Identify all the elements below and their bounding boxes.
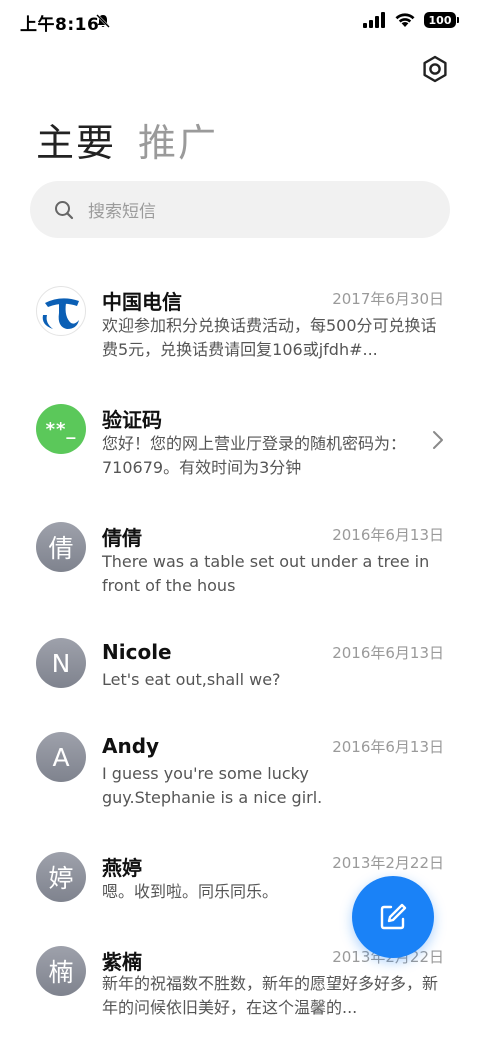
- contact-name: Nicole: [102, 640, 172, 664]
- avatar: 婷: [36, 852, 86, 902]
- avatar: 倩: [36, 522, 86, 572]
- gear-icon[interactable]: [420, 54, 450, 84]
- message-item-nicole[interactable]: N Nicole 2016年6月13日 Let's eat out,shall …: [0, 636, 480, 696]
- avatar-text: 婷: [48, 864, 74, 893]
- contact-name: 燕婷: [102, 856, 142, 880]
- status-bar: 上午8:16 100: [0, 0, 480, 44]
- contact-name: 验证码: [102, 408, 162, 432]
- message-preview: Let's eat out,shall we?: [102, 670, 281, 689]
- message-preview: 您好！您的网上营业厅登录的随机密码为：710679。有效时间为3分钟: [102, 434, 407, 477]
- contact-name: Andy: [102, 734, 160, 758]
- wifi-icon: [395, 13, 415, 27]
- message-date: 2017年6月30日: [332, 290, 444, 308]
- avatar: A: [36, 732, 86, 782]
- avatar: **_: [36, 404, 86, 454]
- avatar: N: [36, 638, 86, 688]
- message-date: 2016年6月13日: [332, 526, 444, 544]
- avatar-text: N: [51, 648, 71, 678]
- tab-bar: 主要 推广: [36, 112, 218, 167]
- avatar: 楠: [36, 946, 86, 996]
- avatar-text: A: [52, 742, 70, 772]
- signal-icon: [363, 12, 385, 28]
- message-preview: 欢迎参加积分兑换话费活动，每500分可兑换话费5元，兑换话费请回复106或jfd…: [102, 316, 437, 359]
- message-preview: I guess you're some lucky guy.Stephanie …: [102, 764, 323, 807]
- avatar-text: 楠: [48, 958, 74, 987]
- bell-muted-icon: [96, 14, 110, 28]
- message-item-andy[interactable]: A Andy 2016年6月13日 I guess you're some lu…: [0, 730, 480, 810]
- contact-name: 紫楠: [102, 950, 142, 974]
- compose-button[interactable]: [352, 876, 434, 958]
- battery-indicator: 100: [424, 12, 459, 28]
- search-input[interactable]: 搜索短信: [30, 181, 450, 238]
- contact-name: 倩倩: [102, 526, 142, 550]
- message-preview: There was a table set out under a tree i…: [102, 552, 430, 595]
- messages-screen: 上午8:16 100 主要 推广 搜索短信 中国电信 2017年6月30日 欢迎…: [0, 0, 480, 1040]
- message-date: 2013年2月22日: [332, 854, 444, 872]
- message-date: 2016年6月13日: [332, 644, 444, 662]
- battery-level: 100: [428, 13, 452, 27]
- search-icon: [55, 200, 74, 219]
- contact-name: 中国电信: [102, 290, 182, 314]
- message-item-verification-code[interactable]: **_ 验证码 您好！您的网上营业厅登录的随机密码为：710679。有效时间为3…: [0, 402, 480, 482]
- message-item-qianqian[interactable]: 倩 倩倩 2016年6月13日 There was a table set ou…: [0, 520, 480, 600]
- tab-promotions[interactable]: 推广: [138, 112, 218, 167]
- avatar-text: 倩: [48, 534, 74, 563]
- china-telecom-logo-icon: [42, 298, 79, 329]
- message-item-zinan[interactable]: 楠 紫楠 2013年2月22日 新年的祝福数不胜数，新年的愿望好多好多，新年的问…: [0, 944, 480, 1024]
- avatar: [36, 286, 86, 336]
- message-item-china-telecom[interactable]: 中国电信 2017年6月30日 欢迎参加积分兑换话费活动，每500分可兑换话费5…: [0, 282, 480, 382]
- message-preview: 新年的祝福数不胜数，新年的愿望好多好多，新年的问候依旧美好，在这个温馨的...: [102, 974, 439, 1017]
- status-time: 上午8:16: [20, 15, 100, 35]
- message-date: 2016年6月13日: [332, 738, 444, 756]
- status-icons: 100: [362, 12, 459, 28]
- avatar-text: **_: [45, 418, 77, 440]
- search-placeholder: 搜索短信: [88, 202, 156, 222]
- tab-primary[interactable]: 主要: [36, 112, 116, 167]
- compose-icon: [380, 903, 407, 930]
- chevron-right-icon: [433, 431, 443, 449]
